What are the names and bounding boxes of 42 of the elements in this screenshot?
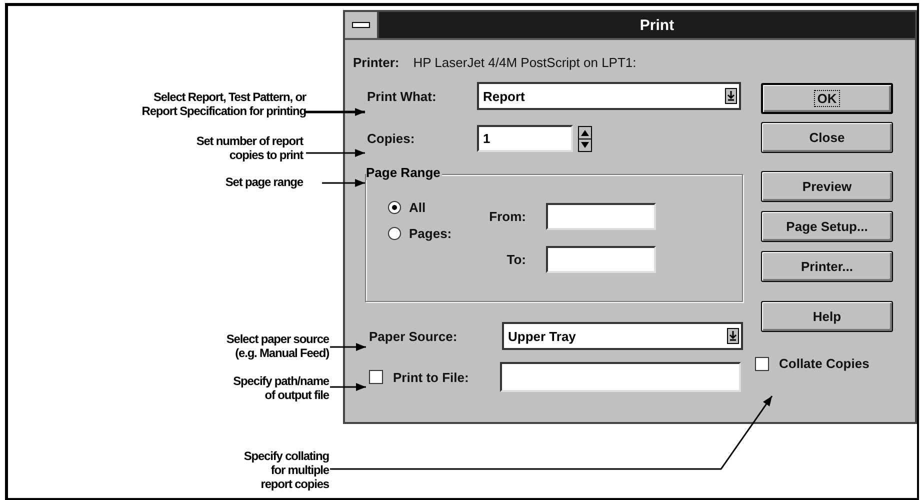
page-range-label: Page Range [366,165,442,180]
copies-label: Copies: [367,131,416,146]
file-name-field[interactable] [500,362,741,392]
from-label: From: [488,209,526,224]
dialog-button[interactable]: Printer... [761,251,893,282]
radio-button[interactable] [388,226,401,240]
leader-arrow [330,383,366,391]
callout-text: Set number of report copies to print [196,134,303,162]
system-menu-button[interactable] [345,12,379,38]
dialog-button[interactable]: OK [761,83,893,114]
radio-button[interactable] [388,200,401,214]
dialog-button[interactable]: Help [761,301,893,332]
print-what-dropdown[interactable]: Report [477,82,741,110]
callout-text: Specify collating for multiple report copies [244,449,329,491]
to-field[interactable] [546,246,656,273]
checkbox[interactable] [755,356,769,370]
window-title: Print [638,16,676,34]
spin-arrows-icon[interactable] [578,126,592,152]
dialog-button[interactable]: Page Setup... [761,211,893,242]
dialog-button[interactable]: Preview [761,171,893,202]
paper-source-dropdown[interactable]: Upper Tray [502,322,743,350]
collate-copies-label: Collate Copies [779,356,870,371]
radio-label: All [409,200,426,214]
print-to-file-label: Print to File: [393,370,470,384]
callout-text: Set page range [225,175,303,189]
to-label: To: [506,252,526,267]
leader-arrow [330,343,366,351]
printer-label: Printer: [353,54,400,70]
dialog-button[interactable]: Close [761,122,893,153]
paper-source-label: Paper Source: [369,328,458,344]
from-field[interactable] [546,203,656,230]
leader-arrow [306,149,365,157]
leader-arrow [322,179,365,187]
radio-label: Pages: [409,226,452,240]
callout-text: Specify path/name of output file [233,374,329,402]
leader-arrow [304,108,365,116]
copies-field[interactable]: 1 [477,125,573,152]
print-what-label: Print What: [367,88,438,104]
checkbox[interactable] [369,370,383,384]
callout-text: Select Report, Test Pattern, or Report Specification for printing [142,90,306,118]
callout-text: Select paper source (e.g. Manual Feed) [226,332,329,360]
printer-name: HP LaserJet 4/4M PostScript on LPT1: [413,54,636,70]
